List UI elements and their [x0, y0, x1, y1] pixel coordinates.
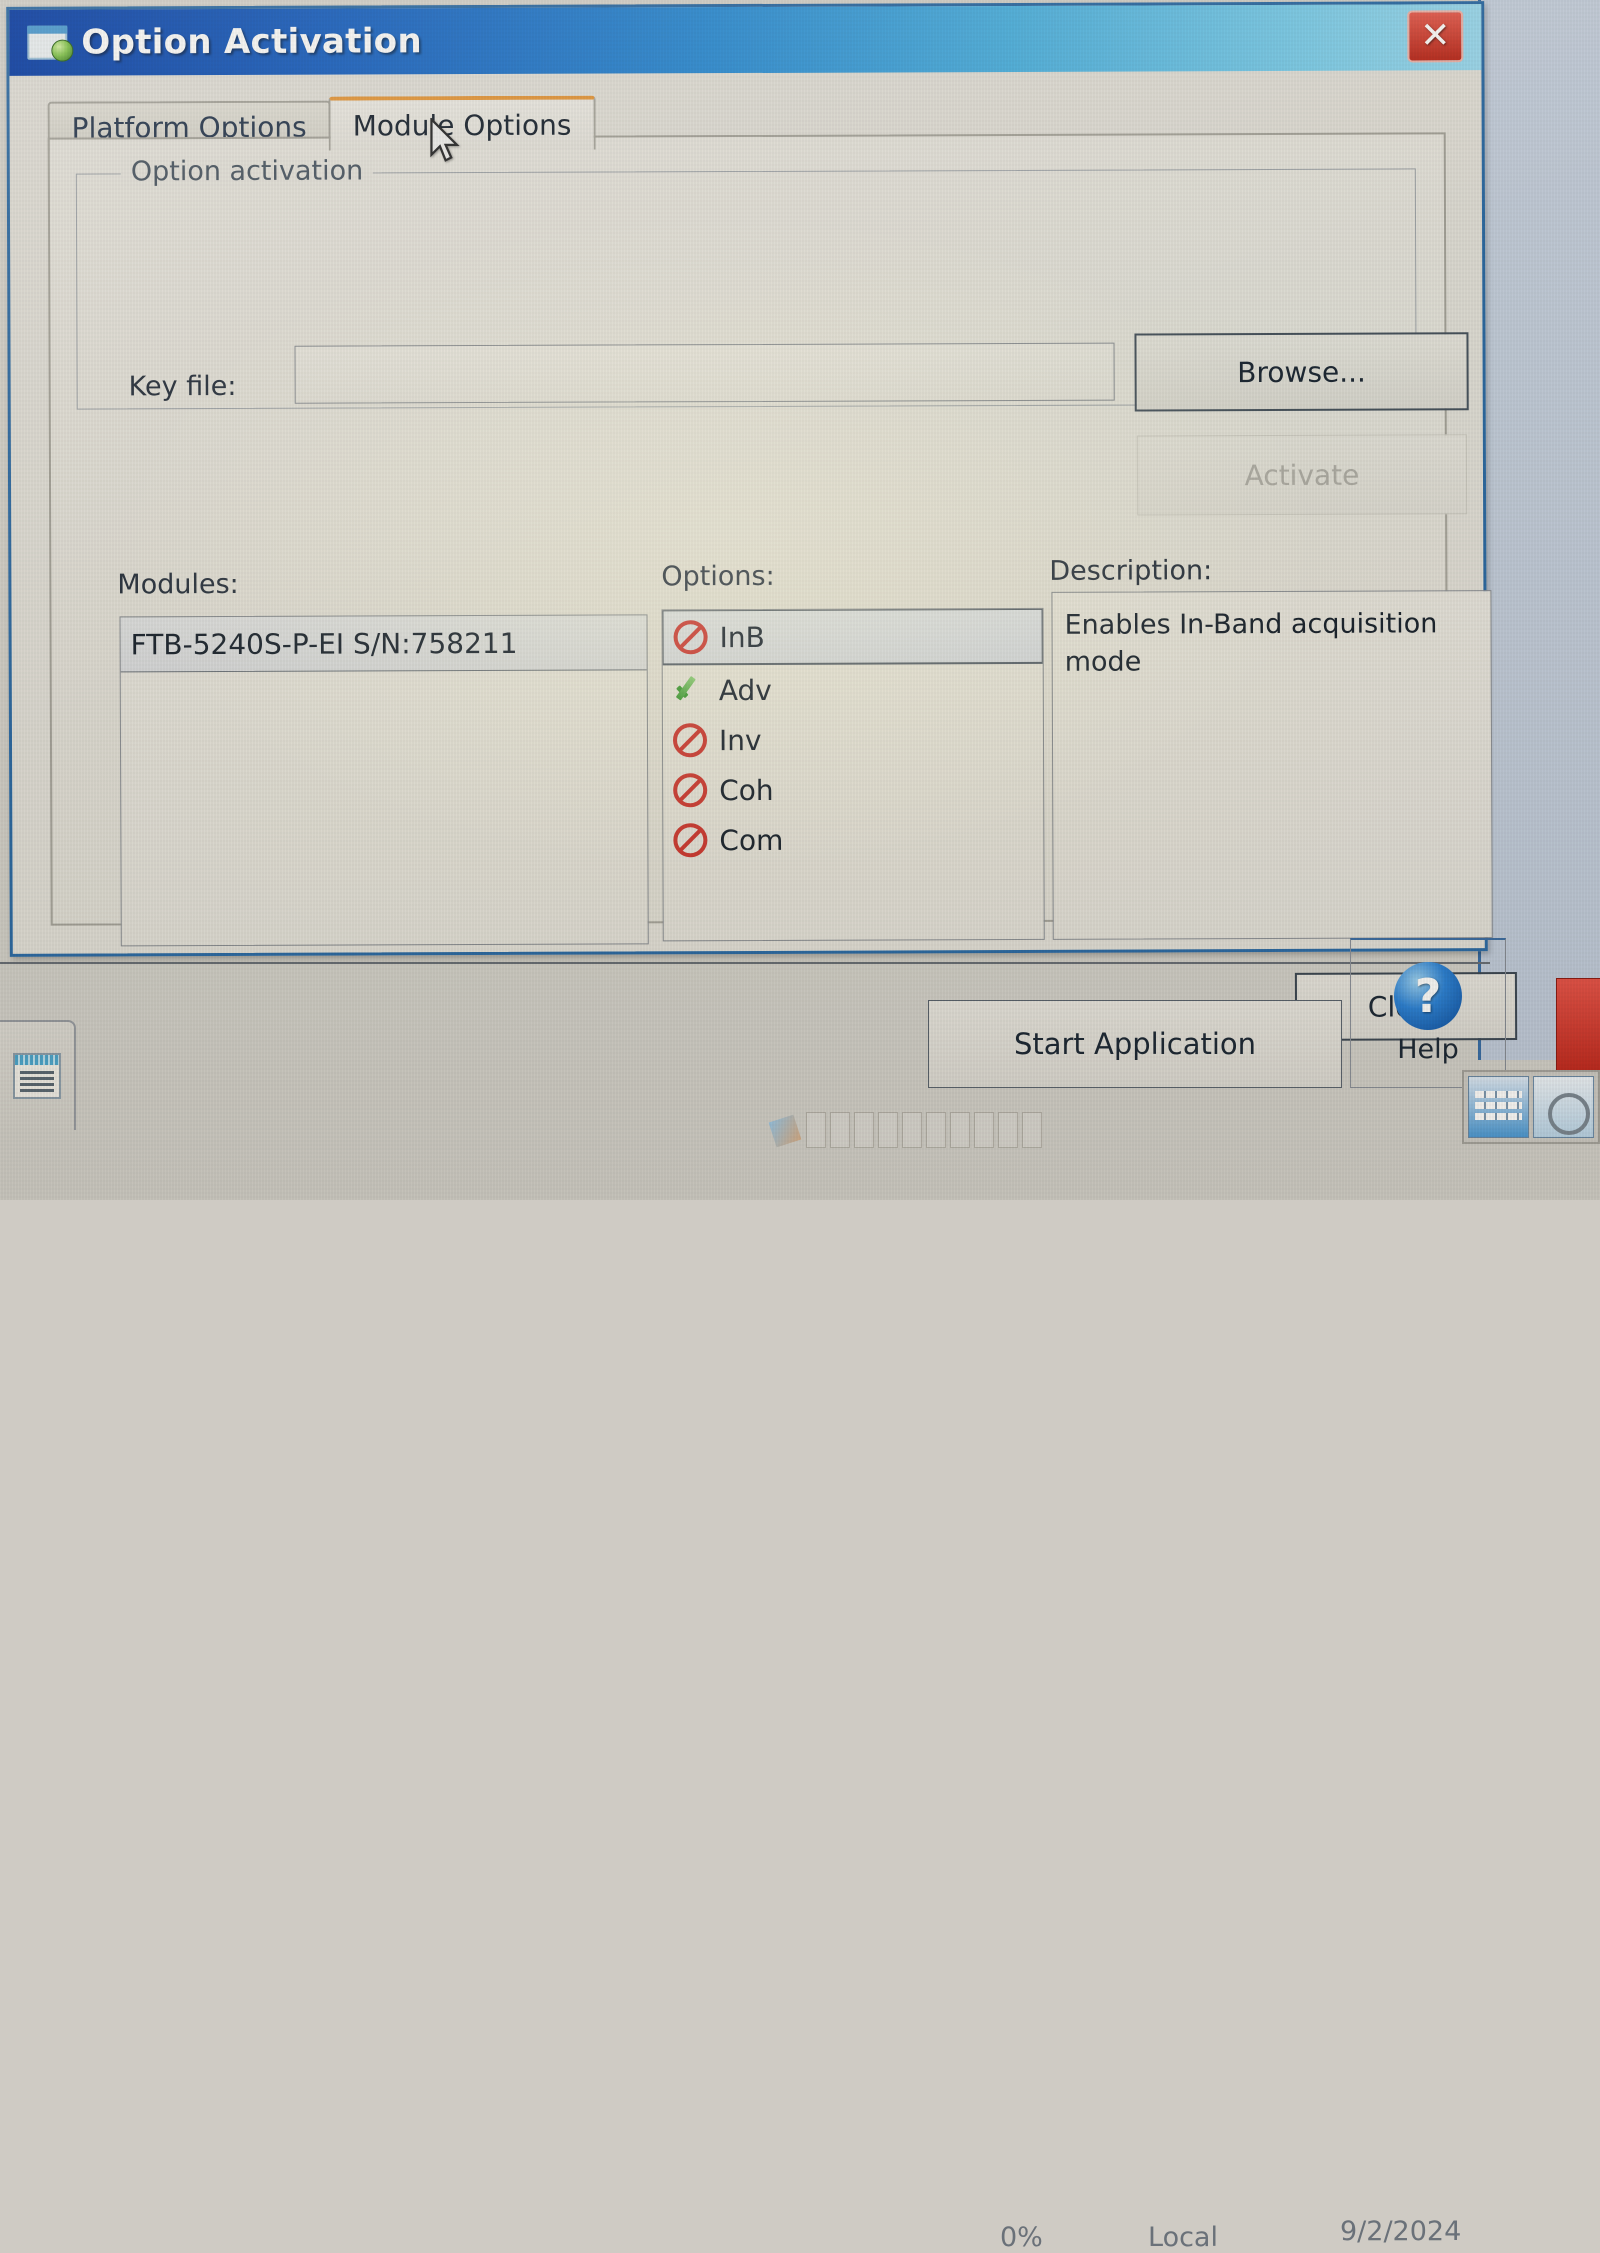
options-listbox[interactable]: InB Adv Inv Coh Com — [661, 607, 1045, 942]
list-item[interactable]: InB — [661, 607, 1044, 666]
virtual-keyboard-icon[interactable] — [1468, 1076, 1529, 1138]
list-menu-icon — [13, 1053, 61, 1099]
statusbar: 0% Local 9/2/2024 — [0, 1104, 1600, 2253]
status-date: 9/2/2024 — [1340, 2216, 1462, 2247]
list-item[interactable]: Com — [663, 814, 1043, 865]
module-options-panel: Option activation Key file: Browse... Ac… — [47, 132, 1518, 1041]
start-application-button[interactable]: Start Application — [928, 1000, 1342, 1088]
background-red-indicator — [1556, 978, 1600, 1076]
option-label: Adv — [718, 673, 772, 707]
prohibited-icon — [671, 721, 709, 759]
option-activation-dialog: Option Activation ✕ Platform Options Mod… — [6, 1, 1518, 1041]
prohibited-icon — [671, 821, 709, 859]
mouse-cursor-icon — [430, 118, 460, 162]
dialog-title: Option Activation — [81, 21, 423, 63]
window-globe-icon — [27, 25, 68, 60]
tray-secondary-icon[interactable] — [1533, 1076, 1594, 1138]
status-location: Local — [1148, 2222, 1218, 2253]
background-right-panel: ower d VFL nspect robe etup Inform — [1478, 0, 1600, 1060]
dialog-titlebar: Option Activation ✕ — [9, 4, 1482, 76]
option-label: InB — [719, 620, 765, 654]
option-label: Coh — [719, 773, 774, 807]
list-item[interactable]: FTB-5240S-P-EI S/N:758211 — [119, 614, 648, 673]
key-file-label: Key file: — [128, 370, 237, 403]
groupbox-title: Option activation — [120, 155, 374, 188]
question-mark-icon: ? — [1394, 962, 1462, 1030]
list-item[interactable]: Inv — [663, 714, 1043, 765]
browse-button[interactable]: Browse... — [1134, 332, 1469, 412]
option-label: Inv — [718, 723, 762, 757]
description-text: Enables In-Band acquisition mode — [1064, 608, 1438, 678]
close-icon[interactable]: ✕ — [1407, 10, 1464, 63]
option-label: Com — [719, 823, 784, 857]
help-button[interactable]: ? Help — [1350, 938, 1506, 1088]
modules-label: Modules: — [117, 568, 239, 601]
options-label: Options: — [661, 560, 775, 593]
help-label: Help — [1397, 1034, 1459, 1065]
list-item[interactable]: Adv — [663, 664, 1043, 715]
prohibited-icon — [671, 771, 709, 809]
check-icon — [671, 671, 709, 709]
modules-listbox[interactable]: FTB-5240S-P-EI S/N:758211 — [119, 614, 649, 947]
list-item[interactable]: Coh — [663, 764, 1043, 815]
prohibited-icon — [672, 618, 710, 656]
description-label: Description: — [1049, 555, 1213, 587]
description-box: Enables In-Band acquisition mode — [1051, 590, 1493, 940]
key-file-input[interactable] — [294, 342, 1115, 404]
system-tray — [1462, 1070, 1600, 1144]
activate-button: Activate — [1136, 434, 1468, 516]
taskbar-menu-button[interactable] — [0, 1020, 76, 1130]
progress-percent: 0% — [1000, 2222, 1043, 2253]
